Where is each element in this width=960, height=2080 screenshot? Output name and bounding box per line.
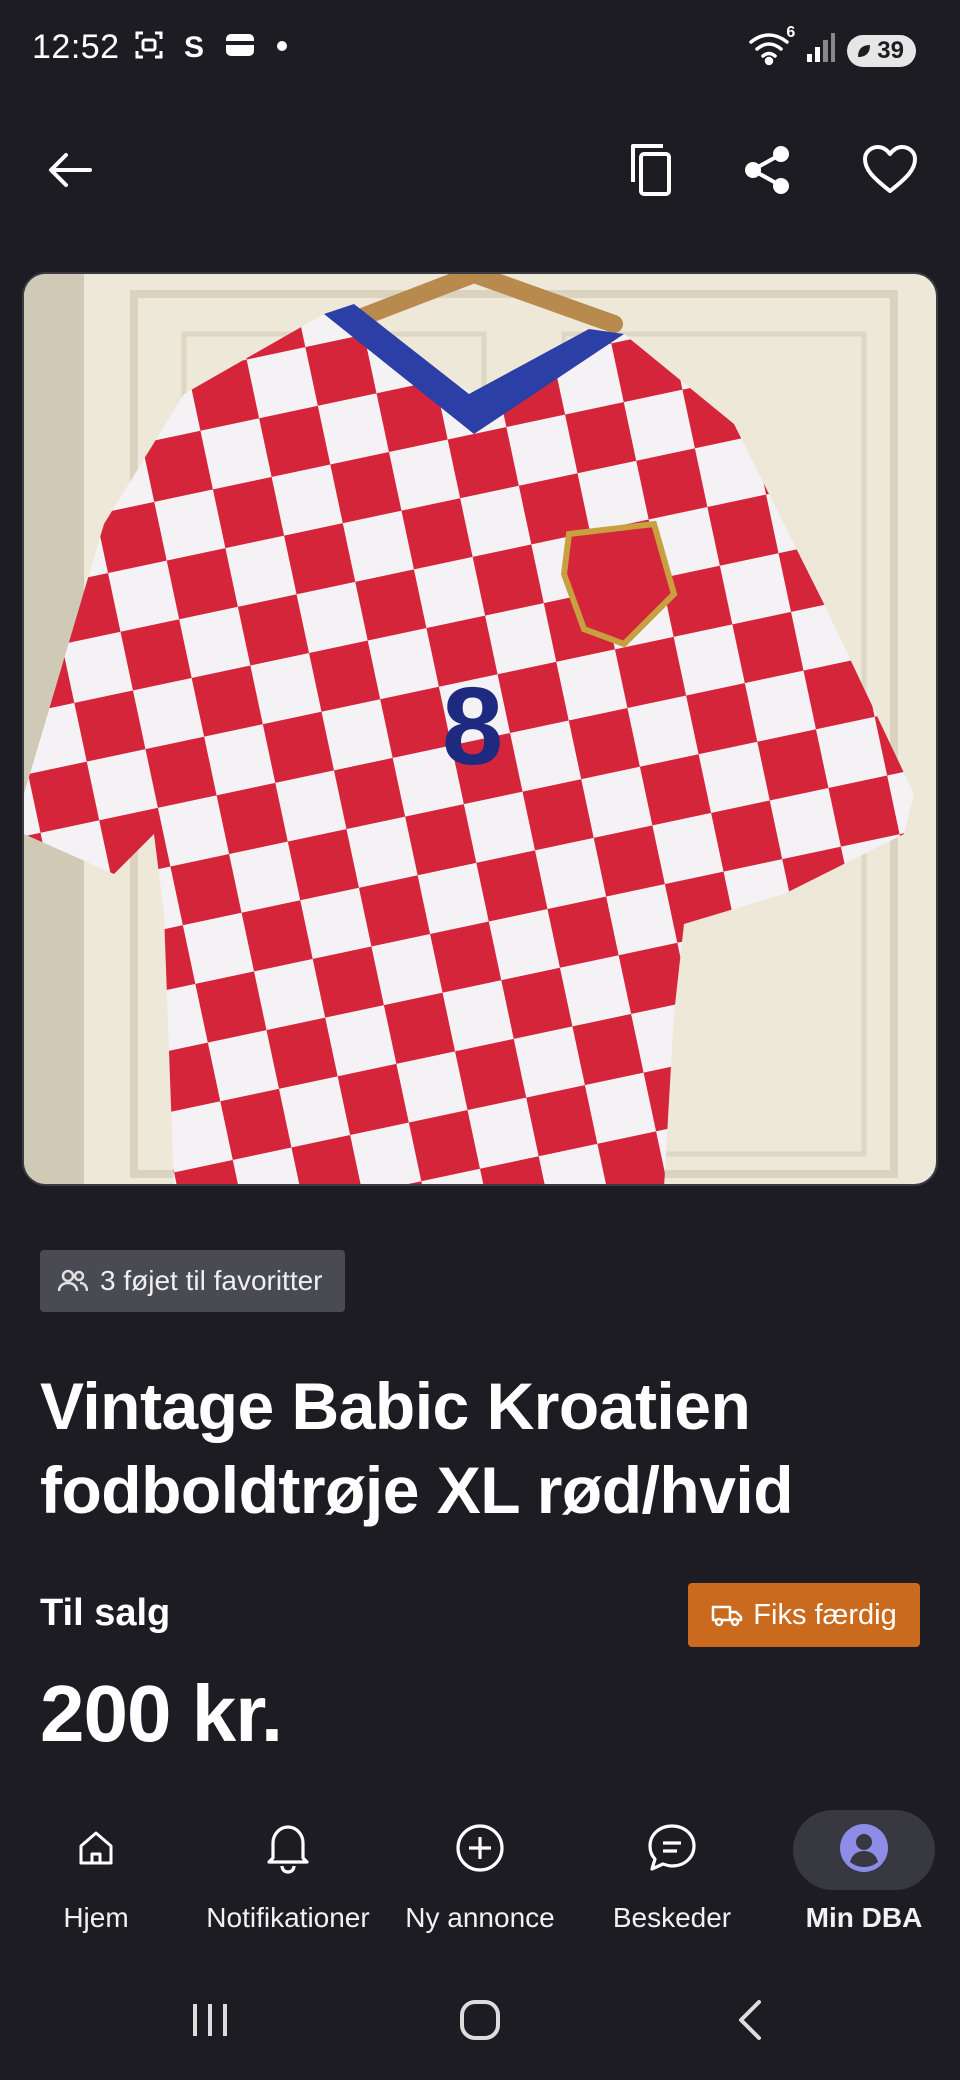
status-right: 6 39 (747, 24, 916, 71)
status-bar: 12:52 S 6 39 (0, 0, 960, 100)
battery-level: 39 (877, 36, 904, 64)
signal-icon (805, 32, 836, 69)
nav-item-ny-annonce[interactable]: Ny annonce (398, 1800, 562, 1940)
fiks-faerdig-button[interactable]: Fiks færdig (688, 1583, 920, 1647)
favorites-text: 3 føjet til favoritter (100, 1265, 323, 1296)
home-circle-icon (460, 2000, 500, 2040)
listing-title: Vintage Babic Kroatien fodboldtrøje XL r… (40, 1369, 794, 1527)
battery-indicator: 39 (847, 34, 916, 67)
favorite-button[interactable] (850, 130, 930, 210)
profile-icon (840, 1824, 888, 1872)
share-icon (745, 146, 789, 194)
top-action-bar (0, 130, 960, 210)
system-navigation-bar (0, 1980, 960, 2060)
nav-label-notifikationer: Notifikationer (206, 1902, 370, 1933)
wifi-badge: 6 (786, 24, 796, 41)
share-button[interactable] (728, 130, 808, 210)
screenshot-icon (134, 30, 164, 65)
home-icon (79, 1831, 113, 1865)
bell-icon (267, 1825, 309, 1874)
wifi-icon: 6 (747, 24, 795, 71)
nav-label-ny-annonce: Ny annonce (405, 1902, 555, 1933)
recent-apps-button[interactable] (170, 1980, 250, 2060)
wallet-icon (224, 31, 256, 64)
nav-label-beskeder: Beskeder (612, 1902, 732, 1933)
carrier-letter: S (184, 30, 205, 64)
chevron-left-icon (739, 2000, 761, 2040)
favorites-count-badge: 3 føjet til favoritter (40, 1250, 345, 1312)
back-system-button[interactable] (710, 1980, 790, 2060)
delivery-truck-icon (712, 1605, 743, 1627)
users-icon (58, 1269, 88, 1292)
chat-icon (648, 1824, 696, 1871)
status-time: 12:52 (32, 28, 120, 66)
nav-item-beskeder[interactable]: Beskeder (604, 1800, 740, 1940)
nav-item-hjem[interactable]: Hjem (56, 1800, 136, 1940)
sale-status: Til salg (40, 1592, 171, 1634)
bottom-navigation: Hjem Notifikationer Ny annonce Beskeder (0, 1800, 960, 1940)
fiks-faerdig-label: Fiks færdig (753, 1598, 897, 1631)
recent-apps-icon (193, 2004, 227, 2036)
nav-item-min-dba[interactable]: Min DBA (800, 1800, 928, 1940)
back-button[interactable] (30, 130, 110, 210)
copy-icon (631, 144, 671, 196)
arrow-left-icon (49, 153, 92, 187)
notification-dot-icon (276, 39, 288, 57)
plus-circle-icon (456, 1824, 504, 1872)
listing-price: 200 kr. (40, 1669, 283, 1758)
jersey-image: 8 (24, 274, 936, 1184)
home-system-button[interactable] (440, 1980, 520, 2060)
heart-icon (863, 145, 917, 193)
nav-label-min-dba: Min DBA (805, 1902, 923, 1933)
leaf-icon (858, 44, 871, 57)
status-left-icons: S (134, 30, 288, 65)
copy-button[interactable] (610, 130, 690, 210)
nav-item-notifikationer[interactable]: Notifikationer (190, 1800, 386, 1940)
svg-text:8: 8 (442, 665, 503, 788)
nav-label-hjem: Hjem (63, 1902, 129, 1933)
listing-photo[interactable]: 8 (22, 272, 938, 1186)
